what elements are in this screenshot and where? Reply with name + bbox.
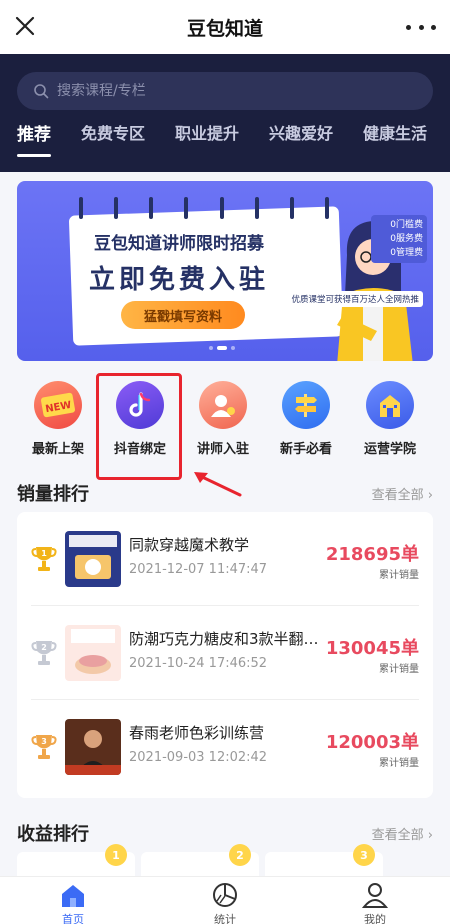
silver-trophy-icon: 2 [31, 641, 57, 665]
nav-stats[interactable]: 统计 [190, 881, 260, 924]
revenue-ranking-title: 收益排行 [17, 824, 89, 845]
tab-health[interactable]: 健康生活 [363, 120, 427, 144]
nav-label: 首页 [62, 913, 84, 924]
nav-label: 我的 [364, 913, 386, 924]
ranking-row[interactable]: 1 同款穿越魔术教学 2021-12-07 11:47:47 218695单 累… [17, 512, 433, 606]
course-date: 2021-10-24 17:46:52 [129, 656, 268, 671]
search-input[interactable] [57, 83, 387, 99]
fill-info-button[interactable]: 猛戳填写资料 [121, 301, 245, 329]
sales-count-label: 累计销量 [379, 664, 419, 675]
quick-link-label: 新手必看 [279, 442, 332, 457]
svg-text:1: 1 [112, 849, 120, 862]
bottom-nav: 首页 统计 我的 [0, 876, 450, 924]
crown-2-icon: 2 [229, 844, 251, 866]
profile-icon [361, 883, 389, 908]
bronze-trophy-icon: 3 [31, 735, 57, 759]
course-date: 2021-12-07 11:47:47 [129, 562, 268, 577]
page-title: 豆包知道 [186, 17, 263, 40]
crown-1-icon: 1 [105, 844, 127, 866]
course-date: 2021-09-03 12:02:42 [129, 750, 268, 765]
revenue-ranking-cards: 1 2 3 [17, 844, 450, 876]
svg-text:2: 2 [41, 643, 47, 652]
chart-icon [213, 883, 237, 907]
quick-link-newbie[interactable]: 新手必看 [264, 381, 348, 457]
svg-text:2: 2 [236, 849, 244, 862]
course-name: 同款穿越魔术教学 [129, 536, 250, 554]
quick-link-label: 运营学院 [363, 442, 416, 457]
ranking-row[interactable]: 3 春雨老师色彩训练营 2021-09-03 12:02:42 120003单 … [17, 700, 433, 794]
more-options-icon[interactable] [406, 22, 436, 32]
gold-trophy-icon: 1 [31, 547, 57, 571]
category-tabs: 推荐 免费专区 职业提升 兴趣爱好 健康生活 [0, 120, 450, 160]
svg-text:3: 3 [360, 849, 368, 862]
sales-count: 218695单 [325, 544, 419, 565]
sales-ranking-list: 1 同款穿越魔术教学 2021-12-07 11:47:47 218695单 累… [17, 512, 433, 798]
revenue-view-all-link[interactable]: 查看全部 › [372, 824, 433, 843]
carousel-dots [209, 346, 235, 350]
quick-link-new[interactable]: NEW 最新上架 [16, 381, 100, 457]
lecturer-icon [199, 381, 247, 429]
tab-free-zone[interactable]: 免费专区 [81, 120, 145, 144]
highlight-box [96, 373, 182, 480]
signpost-icon [282, 381, 330, 429]
course-thumbnail [65, 719, 121, 775]
ranking-row[interactable]: 2 防潮巧克力糖皮和3款半翻糖... 2021-10-24 17:46:52 1… [17, 606, 433, 700]
banner-tag: 优质课堂可获得百万达人全网热推 [287, 291, 423, 307]
svg-text:1: 1 [41, 549, 47, 558]
sales-count-label: 累计销量 [379, 758, 419, 769]
quick-link-label: 讲师入驻 [196, 442, 249, 457]
nav-label: 统计 [214, 913, 236, 924]
search-bar[interactable] [17, 72, 433, 110]
title-bar: 豆包知道 [0, 0, 450, 54]
course-name: 春雨老师色彩训练营 [129, 724, 265, 742]
home-icon [62, 885, 84, 907]
sales-count: 120003单 [325, 732, 419, 753]
course-name: 防潮巧克力糖皮和3款半翻糖... [129, 630, 329, 648]
pointer-arrow-icon [194, 472, 242, 497]
nav-profile[interactable]: 我的 [340, 881, 410, 924]
quick-links: NEW 最新上架 抖音绑定 讲师入驻 新手必看 运营学院 [0, 381, 450, 469]
close-icon[interactable] [12, 13, 38, 39]
view-all-label: 查看全部 [371, 828, 424, 843]
header: 推荐 免费专区 职业提升 兴趣爱好 健康生活 [0, 54, 450, 172]
search-icon [34, 84, 49, 99]
fee-item: 0管理费 [390, 248, 423, 258]
course-thumbnail [65, 531, 121, 587]
fee-item: 0服务费 [390, 234, 423, 244]
new-badge-icon: NEW [34, 381, 82, 429]
sales-ranking-title: 销量排行 [17, 484, 89, 505]
sales-count-label: 累计销量 [379, 570, 419, 581]
fees-list: 0门槛费 0服务费 0管理费 [371, 215, 427, 263]
tab-career[interactable]: 职业提升 [175, 120, 239, 144]
notebook-rings [79, 197, 329, 221]
course-thumbnail [65, 625, 121, 681]
recruit-banner[interactable]: 豆包知道讲师限时招募 立即免费入驻 猛戳填写资料 0门槛费 0服务费 0管理费 … [17, 181, 433, 361]
quick-link-label: 最新上架 [31, 442, 84, 457]
svg-text:3: 3 [41, 737, 47, 746]
view-all-label: 查看全部 [371, 488, 424, 503]
fee-item: 0门槛费 [390, 220, 423, 230]
quick-link-school[interactable]: 运营学院 [348, 381, 432, 457]
banner-headline: 豆包知道讲师限时招募 [94, 234, 264, 254]
tab-hobbies[interactable]: 兴趣爱好 [269, 120, 333, 144]
nav-home[interactable]: 首页 [38, 881, 108, 924]
tab-recommend[interactable]: 推荐 [17, 120, 51, 157]
banner-slogan: 立即免费入驻 [89, 265, 270, 295]
sales-view-all-link[interactable]: 查看全部 › [372, 484, 433, 503]
main-content: 豆包知道讲师限时招募 立即免费入驻 猛戳填写资料 0门槛费 0服务费 0管理费 … [0, 172, 450, 876]
quick-link-lecturer[interactable]: 讲师入驻 [181, 381, 265, 457]
sales-count: 130045单 [325, 638, 419, 659]
crown-3-icon: 3 [353, 844, 375, 866]
school-icon [366, 381, 414, 429]
